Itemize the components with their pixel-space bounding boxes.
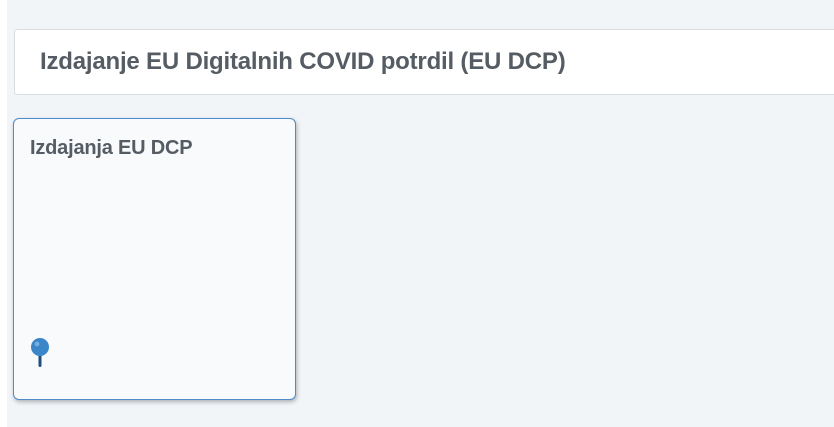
page-title: Izdajanje EU Digitalnih COVID potrdil (E… <box>40 48 566 75</box>
pin-icon[interactable] <box>29 337 53 377</box>
tile-title: Izdajanja EU DCP <box>30 137 193 159</box>
page-header: Izdajanje EU Digitalnih COVID potrdil (E… <box>14 29 834 95</box>
tile-izdajanja-eu-dcp[interactable]: Izdajanja EU DCP <box>13 118 296 400</box>
